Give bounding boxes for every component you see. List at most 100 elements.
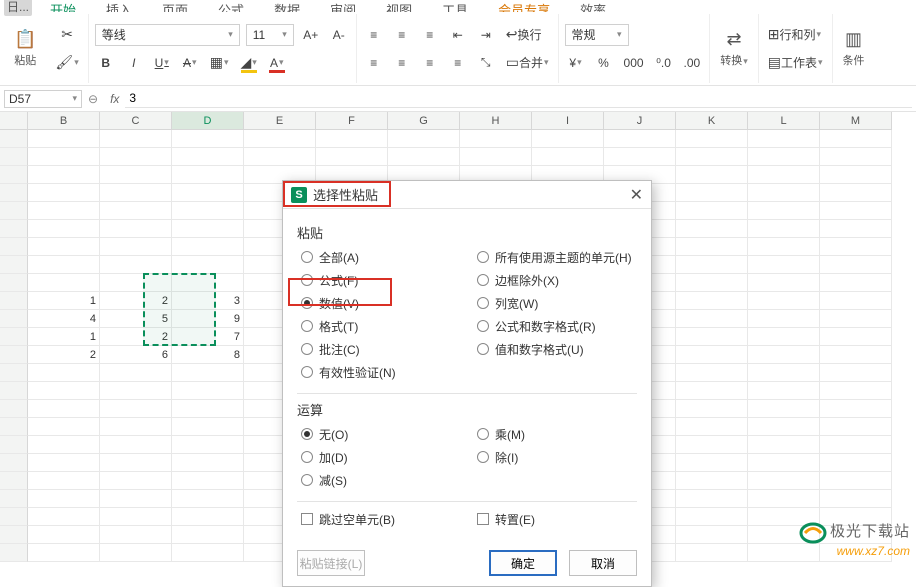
cell[interactable]	[388, 130, 460, 148]
paste-radio-r1[interactable]: 边框除外(X)	[477, 269, 633, 291]
cell[interactable]	[100, 436, 172, 454]
cell[interactable]	[28, 238, 100, 256]
row-header[interactable]	[0, 202, 28, 220]
menu-tab-0[interactable]: 开始	[50, 0, 76, 12]
cell[interactable]	[172, 382, 244, 400]
cell[interactable]	[100, 202, 172, 220]
col-header-L[interactable]: L	[748, 112, 820, 130]
cell[interactable]: 2	[100, 292, 172, 310]
cell[interactable]	[28, 418, 100, 436]
paste-link-button[interactable]: 粘贴链接(L)	[297, 550, 365, 576]
cell[interactable]	[388, 148, 460, 166]
cell[interactable]	[676, 490, 748, 508]
cell[interactable]	[172, 148, 244, 166]
cell[interactable]	[676, 166, 748, 184]
cell[interactable]	[100, 364, 172, 382]
cell[interactable]	[676, 328, 748, 346]
cell[interactable]	[748, 238, 820, 256]
cell[interactable]	[676, 130, 748, 148]
cell[interactable]	[604, 148, 676, 166]
cell[interactable]	[100, 508, 172, 526]
cell[interactable]	[820, 454, 892, 472]
cell[interactable]	[28, 184, 100, 202]
cell[interactable]	[28, 364, 100, 382]
paste-radio-r0[interactable]: 所有使用源主题的单元(H)	[477, 246, 633, 268]
cell[interactable]: 2	[28, 346, 100, 364]
cell[interactable]	[748, 418, 820, 436]
row-header[interactable]	[0, 382, 28, 400]
cell[interactable]	[748, 184, 820, 202]
cell[interactable]	[172, 166, 244, 184]
paste-radio-l4[interactable]: 批注(C)	[301, 338, 457, 360]
row-header[interactable]	[0, 292, 28, 310]
cell[interactable]	[748, 382, 820, 400]
row-header[interactable]	[0, 400, 28, 418]
cell[interactable]	[244, 148, 316, 166]
cell[interactable]	[676, 310, 748, 328]
cell[interactable]	[244, 130, 316, 148]
cell[interactable]	[820, 202, 892, 220]
close-button[interactable]: ✕	[630, 185, 643, 205]
align-top-button[interactable]: ≡	[363, 24, 385, 46]
border-button[interactable]: ▦▾	[207, 52, 232, 74]
cell[interactable]	[28, 148, 100, 166]
align-center-button[interactable]: ≡	[391, 52, 413, 74]
cell[interactable]	[172, 238, 244, 256]
paste-radio-l0[interactable]: 全部(A)	[301, 246, 457, 268]
cell[interactable]	[28, 220, 100, 238]
row-header[interactable]	[0, 346, 28, 364]
paste-radio-l5[interactable]: 有效性验证(N)	[301, 361, 457, 383]
cancel-button[interactable]: 取消	[569, 550, 637, 576]
paste-radio-l3[interactable]: 格式(T)	[301, 315, 457, 337]
cell[interactable]	[748, 346, 820, 364]
conditional-format-button[interactable]: ▥ 条件	[839, 27, 869, 70]
cell[interactable]	[748, 472, 820, 490]
cell[interactable]	[676, 454, 748, 472]
cell[interactable]	[28, 490, 100, 508]
cell[interactable]	[460, 148, 532, 166]
cell[interactable]	[172, 130, 244, 148]
paste-radio-l1[interactable]: 公式(F)	[301, 269, 457, 291]
ok-button[interactable]: 确定	[489, 550, 557, 576]
cell[interactable]	[172, 454, 244, 472]
row-header[interactable]	[0, 184, 28, 202]
cell[interactable]	[100, 454, 172, 472]
menu-tab-1[interactable]: 插入	[106, 0, 132, 12]
cell[interactable]	[28, 400, 100, 418]
cell[interactable]	[100, 274, 172, 292]
cell[interactable]	[676, 544, 748, 562]
cell[interactable]	[820, 328, 892, 346]
cell[interactable]	[676, 256, 748, 274]
cell[interactable]	[748, 310, 820, 328]
cell[interactable]: 1	[28, 292, 100, 310]
row-header[interactable]	[0, 238, 28, 256]
cell[interactable]	[676, 238, 748, 256]
justify-button[interactable]: ≡	[447, 52, 469, 74]
cell[interactable]	[28, 526, 100, 544]
currency-button[interactable]: ¥▾	[565, 52, 587, 74]
rowcol-button[interactable]: ⊞ 行和列▾	[765, 24, 824, 46]
cell[interactable]: 9	[172, 310, 244, 328]
cell[interactable]	[820, 400, 892, 418]
comma-button[interactable]: 000	[621, 52, 647, 74]
cell[interactable]	[100, 526, 172, 544]
cell[interactable]	[100, 130, 172, 148]
orientation-button[interactable]: ⤡	[475, 52, 497, 74]
cell[interactable]	[820, 292, 892, 310]
cell[interactable]	[100, 238, 172, 256]
cell[interactable]	[748, 130, 820, 148]
op-radio-l1[interactable]: 加(D)	[301, 446, 457, 468]
cell[interactable]	[100, 472, 172, 490]
cell[interactable]	[172, 418, 244, 436]
cell[interactable]	[28, 436, 100, 454]
cell[interactable]	[676, 274, 748, 292]
cell[interactable]	[172, 472, 244, 490]
cell[interactable]	[676, 418, 748, 436]
strikethrough-button[interactable]: A▾	[179, 52, 201, 74]
cell[interactable]	[820, 274, 892, 292]
cell[interactable]	[100, 184, 172, 202]
transpose-checkbox[interactable]: 转置(E)	[477, 508, 633, 530]
cell[interactable]: 6	[100, 346, 172, 364]
underline-button[interactable]: U▾	[151, 52, 173, 74]
cell[interactable]	[748, 400, 820, 418]
